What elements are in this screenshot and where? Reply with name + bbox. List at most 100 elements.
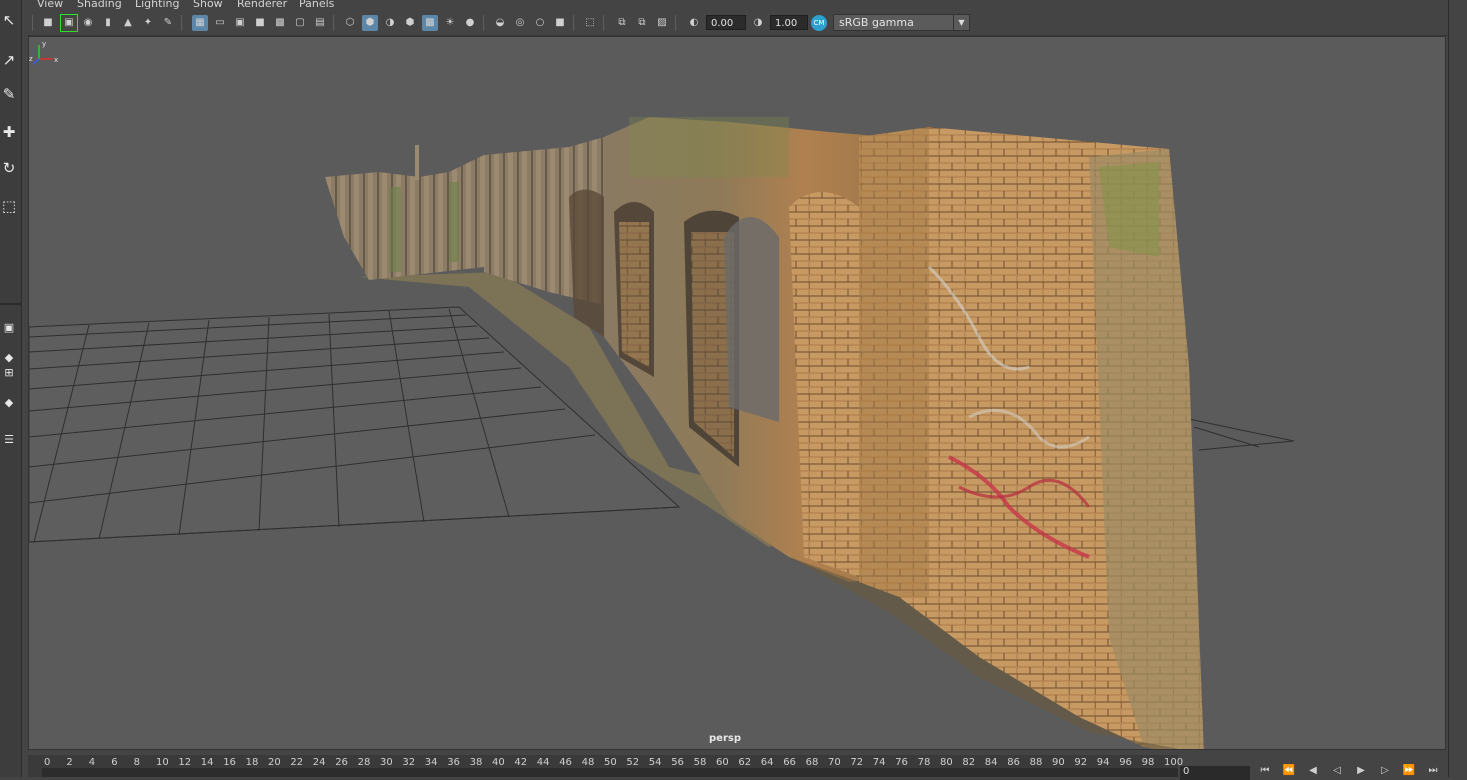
timeline-tick: 8 xyxy=(133,757,140,768)
toolbar-separator xyxy=(675,15,676,31)
timeline-tick: 32 xyxy=(402,757,416,768)
motion-blur-icon[interactable]: ◎ xyxy=(512,15,528,31)
panel-toolbar: ■ ▣ ◉ ▮ ▲ ✦ ✎ ▦ ▭ ▣ ■ ▩ ▢ ▤ ⬡ ⬢ ◑ ⬢ ▩ ☀ … xyxy=(28,11,1448,36)
scale-tool-icon[interactable]: ⬚ xyxy=(0,194,18,218)
bookmark-icon[interactable]: ▮ xyxy=(100,15,116,31)
timeline-tick: 70 xyxy=(828,757,841,768)
camera-lock-icon[interactable]: ◉ xyxy=(80,15,96,31)
camera-icon[interactable]: ■ xyxy=(40,15,56,31)
outliner-icon[interactable]: ☰ xyxy=(0,432,18,446)
depth-of-field-icon[interactable]: ■ xyxy=(552,15,568,31)
gamma-field[interactable]: 1.00 xyxy=(770,15,808,30)
menu-shading[interactable]: Shading xyxy=(77,0,122,10)
stone-arch-wall xyxy=(569,117,889,582)
grid-icon[interactable]: ▦ xyxy=(192,15,208,31)
textured-icon[interactable]: ▩ xyxy=(422,15,438,31)
viewport-persp[interactable]: y x z persp xyxy=(28,36,1446,750)
timeline-tick: 40 xyxy=(492,757,505,768)
smooth-shade-icon[interactable]: ⬢ xyxy=(362,15,378,31)
toolbar-separator xyxy=(603,15,604,31)
axis-z-label: z xyxy=(29,55,33,63)
timeline-tick: 20 xyxy=(268,757,281,768)
step-back-frame-icon[interactable]: ◀ xyxy=(1305,763,1321,777)
isolate-select-icon[interactable]: ⬚ xyxy=(582,15,598,31)
go-to-start-icon[interactable]: ⏮ xyxy=(1257,763,1273,777)
timeline-tick: 48 xyxy=(581,757,595,768)
wireframe-on-shaded-icon[interactable]: ⬢ xyxy=(402,15,418,31)
xray-icon[interactable]: ⧉ xyxy=(614,15,630,31)
step-forward-frame-icon[interactable]: ▷ xyxy=(1377,763,1393,777)
axis-indicator-icon: y x z xyxy=(29,40,58,65)
menu-renderer[interactable]: Renderer xyxy=(237,0,287,10)
lasso-tool-icon[interactable]: ↗ xyxy=(0,48,18,72)
chevron-down-icon[interactable]: ▼ xyxy=(953,14,970,31)
wireframe-icon[interactable]: ⬡ xyxy=(342,15,358,31)
timeline-tick: 96 xyxy=(1119,757,1132,768)
select-tool-icon[interactable]: ↖ xyxy=(0,8,18,32)
step-forward-key-icon[interactable]: ⏩ xyxy=(1401,763,1417,777)
grease-pencil-icon[interactable]: ✎ xyxy=(160,15,176,31)
timeline-tick: 28 xyxy=(357,757,371,768)
timeline-tick: 52 xyxy=(626,757,640,768)
exposure-field[interactable]: 0.00 xyxy=(706,15,746,30)
timeline-tick: 24 xyxy=(312,757,326,768)
time-slider[interactable]: 0 2 4 6 8 10 12 14 16 18 20 22 24 26 28 30 32 34 36 38 40 42 4… xyxy=(28,755,1183,777)
timeline-tick: 42 xyxy=(514,757,528,768)
go-to-end-icon[interactable]: ⏭ xyxy=(1425,763,1441,777)
play-backwards-icon[interactable]: ◁ xyxy=(1329,763,1345,777)
xray-joints-icon[interactable]: ▨ xyxy=(654,15,670,31)
toolbar-separator xyxy=(333,15,334,31)
field-chart-icon[interactable]: ▩ xyxy=(272,15,288,31)
menu-panels[interactable]: Panels xyxy=(299,0,334,10)
gamma-icon[interactable]: ◑ xyxy=(750,15,766,31)
gate-mask-icon[interactable]: ■ xyxy=(252,15,268,31)
scene-render xyxy=(29,117,1295,749)
film-gate-icon[interactable]: ▭ xyxy=(212,15,228,31)
layout-single-icon[interactable]: ▣ xyxy=(0,320,18,334)
timeline-tick: 80 xyxy=(940,757,953,768)
timeline-tick: 44 xyxy=(536,757,550,768)
toolbox-divider xyxy=(0,303,21,305)
timeline-tick: 66 xyxy=(783,757,796,768)
play-forwards-icon[interactable]: ▶ xyxy=(1353,763,1369,777)
screen-space-ao-icon[interactable]: ◒ xyxy=(492,15,508,31)
use-all-lights-icon[interactable]: ☀ xyxy=(442,15,458,31)
timeline-tick: 78 xyxy=(917,757,931,768)
timeline-tick: 14 xyxy=(200,757,214,768)
view-transform-dropdown[interactable]: sRGB gamma xyxy=(833,14,970,31)
safe-title-icon[interactable]: ▤ xyxy=(312,15,328,31)
toolbox: ↖ ↗ ✎ ✚ ↻ ⬚ ▣ ◆ ⊞ ◆ ☰ xyxy=(0,0,22,777)
two-d-pan-zoom-icon[interactable]: ✦ xyxy=(140,15,156,31)
toolbar-separator xyxy=(483,15,484,31)
timeline-tick: 26 xyxy=(335,757,348,768)
camera-attributes-icon[interactable]: ▣ xyxy=(60,14,78,32)
move-tool-icon[interactable]: ✚ xyxy=(0,120,18,144)
use-default-material-icon[interactable]: ◑ xyxy=(382,15,398,31)
timeline-tick: 46 xyxy=(559,757,572,768)
rotate-tool-icon[interactable]: ↻ xyxy=(0,156,18,180)
color-management-icon[interactable]: CM xyxy=(811,15,827,31)
menu-view[interactable]: View xyxy=(37,0,63,10)
menu-lighting[interactable]: Lighting xyxy=(135,0,179,10)
menu-show[interactable]: Show xyxy=(193,0,223,10)
axis-y-label: y xyxy=(42,40,46,48)
shadows-icon[interactable]: ● xyxy=(462,15,478,31)
multisample-aa-icon[interactable]: ○ xyxy=(532,15,548,31)
layout-add-icon[interactable]: ⊞ xyxy=(0,365,18,379)
exposure-icon[interactable]: ◐ xyxy=(686,15,702,31)
time-slider-track[interactable] xyxy=(42,768,1178,777)
right-panel-strip xyxy=(1448,0,1467,777)
timeline-tick: 88 xyxy=(1029,757,1043,768)
step-back-key-icon[interactable]: ⏪ xyxy=(1281,763,1297,777)
paint-select-tool-icon[interactable]: ✎ xyxy=(0,82,18,106)
xray-active-components-icon[interactable]: ⧉ xyxy=(634,15,650,31)
panel-menubar: View Shading Lighting Show Renderer Pane… xyxy=(28,0,1448,11)
current-frame-field[interactable]: 0 xyxy=(1180,766,1250,780)
image-plane-icon[interactable]: ▲ xyxy=(120,15,136,31)
timeline-tick: 10 xyxy=(156,757,169,768)
safe-action-icon[interactable]: ▢ xyxy=(292,15,308,31)
layout-four-icon[interactable]: ◆ xyxy=(0,350,18,364)
resolution-gate-icon[interactable]: ▣ xyxy=(232,15,248,31)
timeline-tick: 18 xyxy=(245,757,259,768)
layout-side-icon[interactable]: ◆ xyxy=(0,395,18,409)
